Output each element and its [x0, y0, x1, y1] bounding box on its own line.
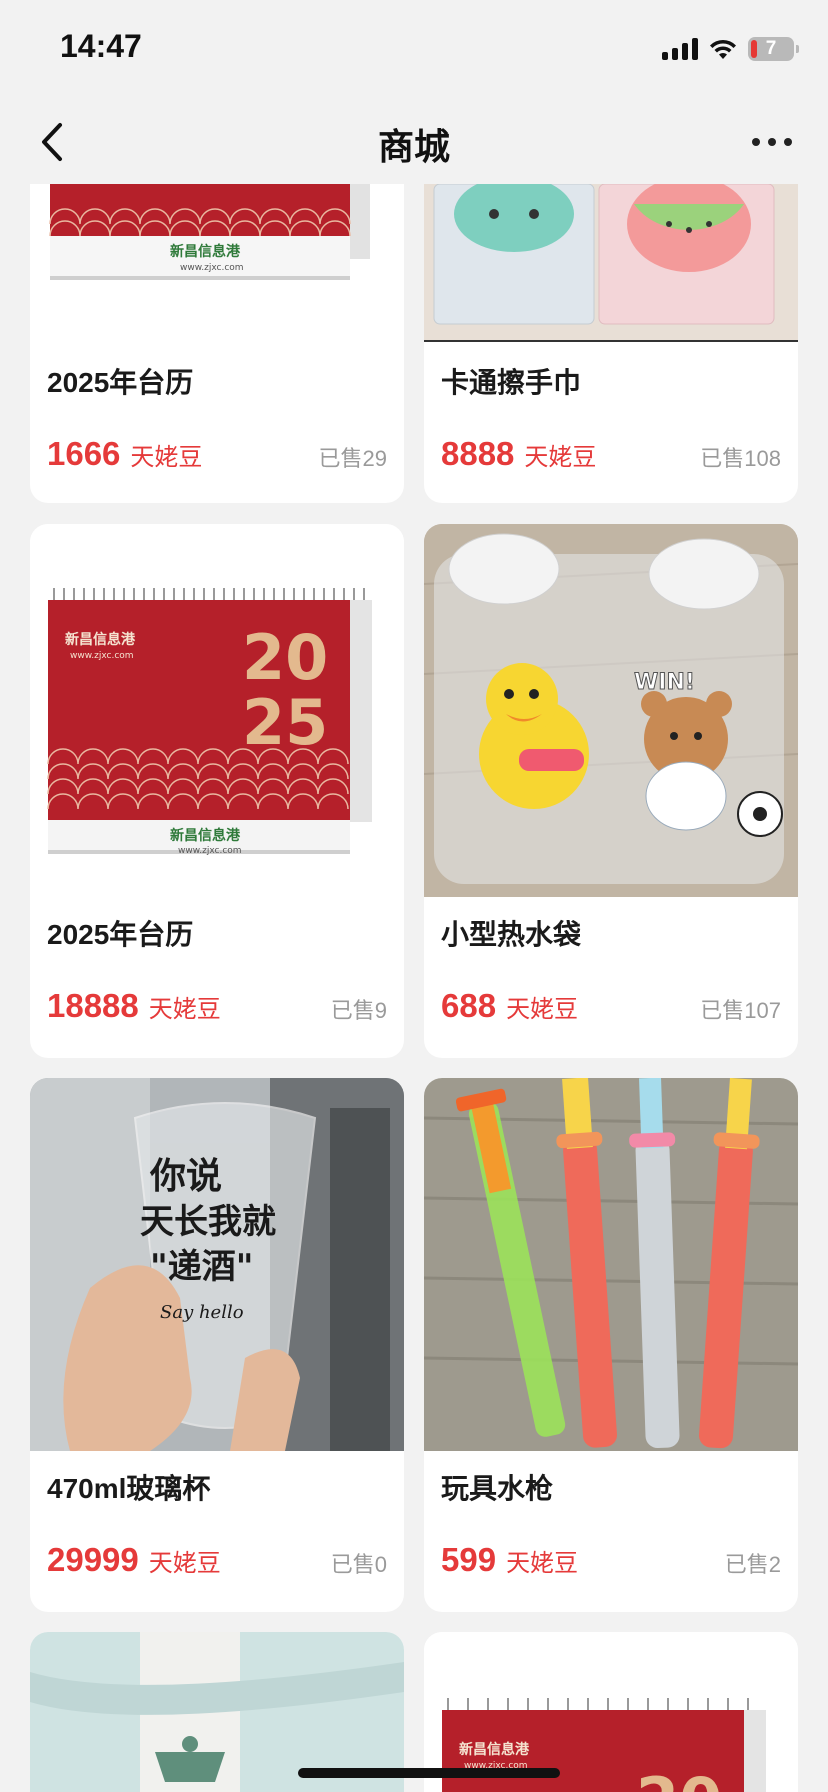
price-value: 18888 [47, 987, 139, 1024]
calendar-image: 新昌信息港 www.zjxc.com [30, 184, 404, 304]
sold-count: 已售107 [700, 998, 781, 1023]
sold-count: 已售0 [330, 1552, 387, 1577]
price-unit: 天姥豆 [506, 996, 579, 1023]
price-unit: 天姥豆 [524, 444, 597, 471]
product-price: 8888 天姥豆 [441, 435, 596, 473]
home-indicator[interactable] [298, 1768, 560, 1778]
price-unit: 天姥豆 [148, 996, 221, 1023]
product-price: 1666 天姥豆 [47, 435, 202, 473]
product-price: 18888 天姥豆 [47, 987, 221, 1025]
towel-image [424, 184, 798, 342]
status-bar: 14:47 7 [0, 0, 828, 100]
product-card[interactable]: 玩具水枪 599 天姥豆 已售2 [424, 1078, 798, 1612]
product-card[interactable]: WIN! 小型热水袋 688 天姥豆 已售107 [424, 524, 798, 1058]
cup-print-line-4: Say hello [160, 1302, 244, 1323]
more-dot-icon [768, 138, 776, 146]
calendar-year-top: 20 [242, 621, 328, 694]
product-name: 小型热水袋 [441, 919, 582, 950]
price-unit: 天姥豆 [506, 1550, 579, 1577]
product-card[interactable]: 卡通擦手巾 8888 天姥豆 已售108 [424, 184, 798, 503]
calendar-brand-text: 新昌信息港 [170, 827, 241, 844]
calendar-year-top: 20 [636, 1764, 722, 1792]
product-name: 卡通擦手巾 [441, 367, 582, 398]
sold-count: 已售108 [700, 446, 781, 471]
cup-print-line-2: 天长我就 [140, 1202, 276, 1242]
glass-cup-image: 你说 天长我就 "递酒" Say hello [30, 1078, 404, 1451]
product-name: 玩具水枪 [441, 1473, 554, 1504]
wifi-icon [710, 39, 736, 59]
cup-print-line-3: "递酒" [150, 1247, 253, 1287]
price-value: 8888 [441, 435, 515, 472]
more-options-button[interactable] [742, 116, 802, 168]
water-gun-image [424, 1078, 798, 1451]
price-value: 1666 [47, 435, 121, 472]
price-unit: 天姥豆 [148, 1550, 221, 1577]
hot-water-bag-image: WIN! [424, 524, 798, 897]
sold-count: 已售29 [318, 446, 387, 471]
calendar-url-text: www.zjxc.com [70, 651, 134, 661]
status-icons: 7 [662, 34, 799, 64]
product-card[interactable]: 你说 天长我就 "递酒" Say hello 470ml玻璃杯 29999 天姥… [30, 1078, 404, 1612]
battery-level: 7 [765, 38, 777, 59]
price-value: 599 [441, 1541, 497, 1578]
calendar-year-bottom: 25 [242, 686, 328, 759]
product-name: 470ml玻璃杯 [47, 1473, 211, 1504]
calendar-brand-text: 新昌信息港 [459, 1741, 530, 1758]
cellular-signal-icon [662, 38, 698, 60]
price-value: 29999 [47, 1541, 139, 1578]
product-card[interactable]: 新昌信息港 www.zjxc.com 2025年台历 1666 天姥豆 已售29 [30, 184, 404, 503]
battery-icon: 7 [748, 37, 799, 61]
sold-count: 已售2 [724, 1552, 781, 1577]
status-time: 14:47 [60, 28, 142, 64]
product-price: 29999 天姥豆 [47, 1541, 221, 1579]
sold-count: 已售9 [330, 998, 387, 1023]
calendar-url-text: www.zjxc.com [180, 263, 244, 273]
product-name: 2025年台历 [47, 919, 194, 950]
product-name: 2025年台历 [47, 367, 194, 398]
cup-print-line-1: 你说 [149, 1156, 222, 1197]
bag-print-text: WIN! [634, 670, 695, 695]
product-price: 599 天姥豆 [441, 1541, 578, 1579]
product-price: 688 天姥豆 [441, 987, 578, 1025]
product-grid: 新昌信息港 www.zjxc.com 2025年台历 1666 天姥豆 已售29… [0, 184, 828, 1792]
nav-bar: 商城 [0, 100, 828, 184]
calendar-url-text: www.zjxc.com [178, 846, 242, 856]
calendar-brand-text: 新昌信息港 [170, 243, 241, 260]
more-dot-icon [784, 138, 792, 146]
product-card[interactable]: 新昌信息港 www.zjxc.com 20 25 新昌信息港 www.zjxc.… [30, 524, 404, 1058]
calendar-brand-text: 新昌信息港 [65, 631, 136, 648]
calendar-image: 新昌信息港 www.zjxc.com 20 25 新昌信息港 www.zjxc.… [30, 524, 404, 897]
price-unit: 天姥豆 [130, 444, 203, 471]
more-dot-icon [752, 138, 760, 146]
price-value: 688 [441, 987, 497, 1024]
page-title: 商城 [377, 126, 450, 167]
